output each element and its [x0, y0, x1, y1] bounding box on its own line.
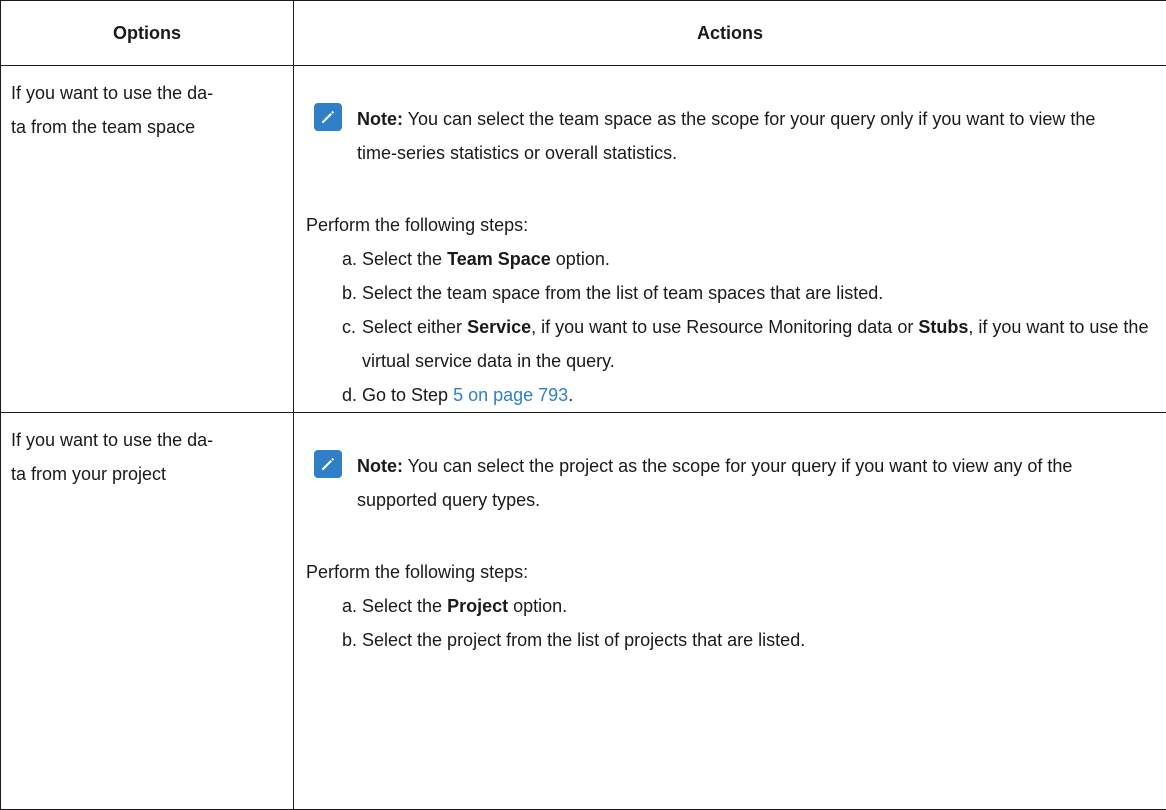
pencil-note-icon [314, 103, 342, 131]
step-bold: Team Space [447, 249, 551, 269]
option-text-line: ta from the team space [11, 110, 283, 144]
step-marker: a. [342, 242, 357, 276]
header-actions: Actions [294, 1, 1166, 66]
action-cell: Note: You can select the team space as t… [294, 66, 1166, 413]
step-text: Go to Step [362, 385, 453, 405]
step-text: . [568, 385, 573, 405]
step-text: option. [508, 596, 567, 616]
note-label: Note: [357, 456, 403, 476]
step-text: option. [551, 249, 610, 269]
step-marker: b. [342, 276, 357, 310]
note-body: You can select the team space as the sco… [357, 109, 1095, 163]
step-bold: Stubs [918, 317, 968, 337]
steps-list: a.Select the Team Space option. b.Select… [306, 242, 1154, 412]
steps-list: a.Select the Project option. b.Select th… [306, 589, 1154, 657]
option-cell: If you want to use the da- ta from the t… [1, 66, 294, 413]
step-text: Select the [362, 596, 447, 616]
table-header-row: Options Actions [1, 1, 1166, 66]
list-item: c. Select either Service, if you want to … [342, 310, 1154, 378]
option-text-line: ta from your project [11, 457, 283, 491]
step-text: Select the [362, 249, 447, 269]
note-block: Note: You can select the team space as t… [306, 102, 1154, 170]
step-marker: a. [342, 589, 357, 623]
step-marker: b. [342, 623, 357, 657]
note-text: Note: You can select the project as the … [357, 449, 1127, 517]
step-marker: c. [342, 310, 356, 344]
header-options: Options [1, 1, 294, 66]
list-item: a.Select the Team Space option. [342, 242, 1154, 276]
table-row: If you want to use the da- ta from the t… [1, 66, 1166, 413]
step-text: Select the project from the list of proj… [362, 630, 805, 650]
option-text-line: If you want to use the da- [11, 76, 283, 110]
option-text-line: If you want to use the da- [11, 423, 283, 457]
note-text: Note: You can select the team space as t… [357, 102, 1127, 170]
note-label: Note: [357, 109, 403, 129]
options-table: Options Actions If you want to use the d… [0, 0, 1166, 810]
step-text: , if you want to use Resource Monitoring… [531, 317, 918, 337]
step-bold: Project [447, 596, 508, 616]
list-item: d.Go to Step 5 on page 793. [342, 378, 1154, 412]
list-item: a.Select the Project option. [342, 589, 1154, 623]
step-bold: Service [467, 317, 531, 337]
action-cell: Note: You can select the project as the … [294, 413, 1166, 810]
table-row: If you want to use the da- ta from your … [1, 413, 1166, 810]
step-marker: d. [342, 378, 357, 412]
note-block: Note: You can select the project as the … [306, 449, 1154, 517]
note-body: You can select the project as the scope … [357, 456, 1072, 510]
list-item: b.Select the team space from the list of… [342, 276, 1154, 310]
pencil-note-icon [314, 450, 342, 478]
list-item: b.Select the project from the list of pr… [342, 623, 1154, 657]
option-cell: If you want to use the da- ta from your … [1, 413, 294, 810]
step-text: Select the team space from the list of t… [362, 283, 883, 303]
perform-steps-intro: Perform the following steps: [306, 555, 1154, 589]
perform-steps-intro: Perform the following steps: [306, 208, 1154, 242]
step-text: Select either [362, 317, 467, 337]
step-page-link[interactable]: 5 on page 793 [453, 385, 568, 405]
